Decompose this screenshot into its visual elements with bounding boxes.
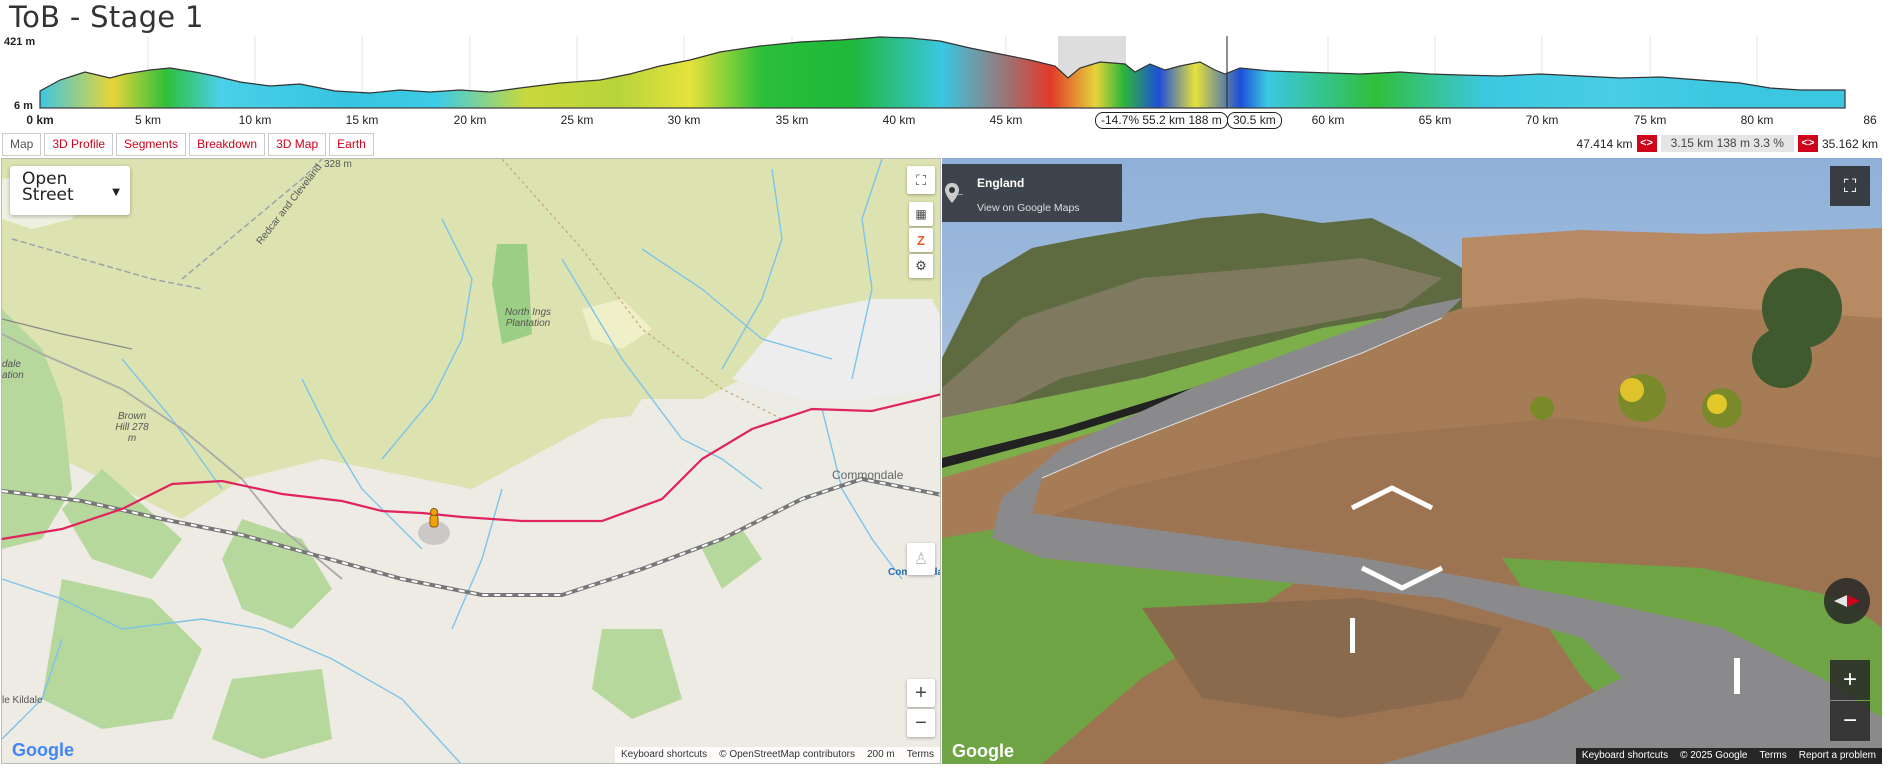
map-label-brown-hill: Brown Hill 278 m	[115, 411, 149, 444]
sv-google-logo: Google	[952, 741, 1014, 761]
map-layer-value: Open Street	[22, 169, 74, 205]
map-base	[2, 159, 940, 763]
elevation-profile[interactable]	[0, 36, 1898, 132]
sv-copyright: © 2025 Google	[1680, 750, 1748, 761]
x-tick: 0 km	[26, 113, 54, 127]
segment-summary: 3.15 km 138 m 3.3 %	[1660, 135, 1794, 152]
compass-icon[interactable]	[1824, 578, 1870, 624]
grid-icon[interactable]: ▦	[909, 202, 933, 226]
x-tick: 86	[1863, 113, 1877, 127]
sv-fullscreen-icon[interactable]: ⛶	[1830, 166, 1870, 206]
gear-icon[interactable]: ⚙	[909, 254, 933, 278]
x-tick: 65 km	[1418, 113, 1452, 127]
tab-segments[interactable]: Segments	[116, 133, 187, 156]
fullscreen-icon[interactable]: ⛶	[907, 166, 935, 194]
x-tick: 25 km	[560, 113, 594, 127]
x-tick: 5 km	[134, 113, 162, 127]
x-tick: 40 km	[882, 113, 916, 127]
x-tick: 45 km	[989, 113, 1023, 127]
terms-link[interactable]: Terms	[907, 747, 934, 763]
segment-start-arrows[interactable]: <>	[1636, 135, 1657, 152]
start-distance: 47.414 km	[1576, 136, 1633, 151]
segment-end-arrows[interactable]: <>	[1797, 135, 1818, 152]
map-pin-icon[interactable]	[942, 181, 962, 205]
zoom-in-button[interactable]: +	[907, 679, 935, 707]
pegman-icon[interactable]: ♙	[907, 543, 935, 575]
tab-earth[interactable]: Earth	[329, 133, 374, 156]
map-label-commondale: Commondale	[832, 468, 904, 482]
zoom-out-button[interactable]: −	[907, 709, 935, 737]
cursor-label: 30.5 km	[1227, 112, 1282, 129]
tab-breakdown[interactable]: Breakdown	[189, 133, 266, 156]
x-tick: 35 km	[775, 113, 809, 127]
sv-terms-link[interactable]: Terms	[1760, 748, 1787, 764]
view-tabs: Map 3D Profile Segments Breakdown 3D Map…	[2, 133, 374, 156]
tab-3d-profile[interactable]: 3D Profile	[44, 133, 114, 156]
route-map[interactable]: Open Street ▼ North Ings Plantation Brow…	[1, 158, 941, 764]
map-label-height: 328 m	[324, 159, 352, 170]
x-tick: 30 km	[667, 113, 701, 127]
sv-keyboard-shortcuts-link[interactable]: Keyboard shortcuts	[1582, 748, 1668, 764]
sv-footer: Keyboard shortcuts © 2025 Google Terms R…	[1575, 748, 1882, 764]
sv-zoom-in-button[interactable]: +	[1830, 660, 1870, 700]
view-on-google-maps-link[interactable]: View on Google Maps	[977, 202, 1080, 214]
map-footer: Keyboard shortcuts © OpenStreetMap contr…	[615, 747, 940, 763]
chevron-down-icon: ▼	[112, 187, 120, 198]
map-scale: 200 m	[866, 749, 895, 760]
x-tick: 15 km	[345, 113, 379, 127]
x-tick: 60 km	[1311, 113, 1345, 127]
x-tick: 80 km	[1740, 113, 1774, 127]
street-view-address-card: ← England View on Google Maps	[942, 164, 1122, 222]
keyboard-shortcuts-link[interactable]: Keyboard shortcuts	[621, 747, 707, 763]
selection-label: -14.7% 55.2 km 188 m	[1095, 112, 1228, 129]
remaining-distance: 35.162 km	[1821, 136, 1878, 151]
street-view-image	[942, 158, 1882, 764]
map-layer-select[interactable]: Open Street ▼	[10, 166, 130, 215]
street-view[interactable]: ← England View on Google Maps ⛶ + − Goog…	[942, 158, 1882, 764]
map-label-kildale: le Kildale	[2, 695, 43, 706]
map-label-north-ings: North Ings Plantation	[504, 307, 552, 329]
x-tick: 75 km	[1633, 113, 1667, 127]
segment-stats: 47.414 km <> 3.15 km 138 m 3.3 % <> 35.1…	[1577, 135, 1878, 152]
tab-map[interactable]: Map	[2, 133, 42, 156]
sv-place-name: England	[977, 176, 1025, 190]
strava-icon[interactable]: Z	[909, 228, 933, 252]
x-tick: 20 km	[453, 113, 487, 127]
x-tick: 70 km	[1525, 113, 1559, 127]
x-tick: 10 km	[238, 113, 272, 127]
map-label-dale: dale ation	[2, 359, 24, 381]
sv-zoom-out-button[interactable]: −	[1830, 701, 1870, 741]
report-problem-link[interactable]: Report a problem	[1799, 748, 1876, 764]
google-logo: Google	[12, 740, 74, 760]
page-title: ToB - Stage 1	[9, 0, 204, 34]
osm-attribution[interactable]: © OpenStreetMap contributors	[719, 747, 855, 763]
tab-3d-map[interactable]: 3D Map	[268, 133, 327, 156]
